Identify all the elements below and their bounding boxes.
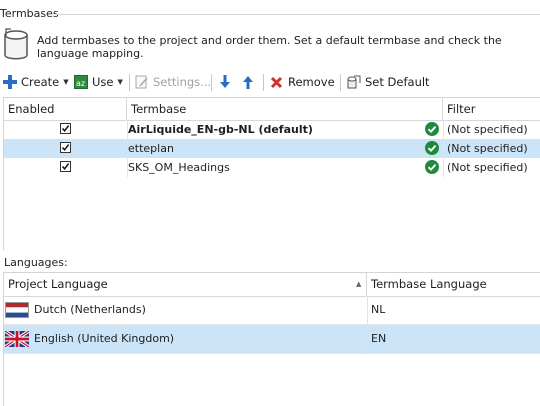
sort-ascending-icon: ▲ xyxy=(356,280,362,288)
database-icon xyxy=(4,28,28,60)
column-header-termbase-language[interactable]: Termbase Language xyxy=(367,273,540,296)
arrow-up-icon xyxy=(243,76,253,89)
termbases-description: Add termbases to the project and order t… xyxy=(37,34,502,60)
svg-text:az: az xyxy=(76,79,85,88)
enabled-checkbox[interactable] xyxy=(60,142,71,153)
project-language: Dutch (Netherlands) xyxy=(34,303,146,316)
remove-label: Remove xyxy=(288,75,335,89)
toolbar-separator xyxy=(340,74,341,91)
project-language: English (United Kingdom) xyxy=(34,332,175,345)
settings-icon xyxy=(135,75,148,89)
status-ok-icon xyxy=(425,122,439,136)
chevron-down-icon[interactable]: ▼ xyxy=(63,78,68,86)
termbases-grid-header: Enabled Termbase Filter xyxy=(4,98,540,121)
languages-grid-header: Project Language ▲ Termbase Language xyxy=(4,273,540,297)
create-label: Create xyxy=(21,75,60,89)
move-up-button[interactable] xyxy=(242,71,254,93)
termbase-name: AirLiquide_EN-gb-NL (default) xyxy=(128,123,313,136)
termbase-language: NL xyxy=(371,303,386,316)
termbase-filter: (Not specified) xyxy=(447,142,528,155)
column-divider xyxy=(443,120,444,177)
termbase-name: etteplan xyxy=(128,142,174,155)
language-row[interactable]: Dutch (Netherlands) NL xyxy=(4,296,540,325)
uk-flag-icon xyxy=(5,331,29,347)
use-button[interactable]: az Use ▼ xyxy=(74,71,123,93)
language-row[interactable]: English (United Kingdom) EN xyxy=(4,325,540,354)
toolbar-separator xyxy=(263,74,264,91)
column-header-filter[interactable]: Filter xyxy=(443,98,540,120)
termbase-filter: (Not specified) xyxy=(447,123,528,136)
termbase-row[interactable]: etteplan (Not specified) xyxy=(4,139,540,158)
status-ok-icon xyxy=(425,141,439,155)
section-title: Termbases xyxy=(0,7,59,20)
termbase-language: EN xyxy=(371,332,387,345)
languages-label: Languages: xyxy=(4,256,68,269)
column-header-enabled[interactable]: Enabled xyxy=(4,98,127,120)
create-icon xyxy=(3,75,17,89)
column-header-termbase[interactable]: Termbase xyxy=(127,98,443,120)
set-default-button[interactable]: Set Default xyxy=(347,71,430,93)
column-header-project-language[interactable]: Project Language xyxy=(4,273,367,296)
status-ok-icon xyxy=(425,160,439,174)
create-button[interactable]: Create ▼ xyxy=(3,71,69,93)
use-termbase-icon: az xyxy=(74,75,88,89)
enabled-checkbox[interactable] xyxy=(60,161,71,172)
section-divider xyxy=(55,14,540,15)
termbase-row[interactable]: SKS_OM_Headings (Not specified) xyxy=(4,158,540,177)
languages-grid: Project Language ▲ Termbase Language Dut… xyxy=(3,272,540,406)
use-label: Use xyxy=(92,75,114,89)
termbase-row[interactable]: AirLiquide_EN-gb-NL (default) (Not speci… xyxy=(4,120,540,139)
netherlands-flag-icon xyxy=(5,302,29,318)
settings-label: Settings... xyxy=(153,75,212,89)
chevron-down-icon[interactable]: ▼ xyxy=(117,78,122,86)
arrow-down-icon xyxy=(220,75,230,88)
termbase-filter: (Not specified) xyxy=(447,161,528,174)
settings-button[interactable]: Settings... xyxy=(135,71,211,93)
remove-icon xyxy=(270,76,283,88)
toolbar-separator xyxy=(211,74,212,91)
column-divider xyxy=(367,296,368,354)
toolbar: Create ▼ az Use ▼ Settings... Remove Set… xyxy=(0,71,540,93)
set-default-label: Set Default xyxy=(365,75,430,89)
column-divider xyxy=(127,120,128,177)
enabled-checkbox[interactable] xyxy=(60,123,71,134)
move-down-button[interactable] xyxy=(219,71,231,93)
remove-button[interactable]: Remove xyxy=(270,71,335,93)
toolbar-separator xyxy=(129,74,130,91)
set-default-icon xyxy=(347,75,361,89)
termbases-grid: Enabled Termbase Filter AirLiquide_EN-gb… xyxy=(3,97,540,250)
termbase-name: SKS_OM_Headings xyxy=(128,161,230,174)
